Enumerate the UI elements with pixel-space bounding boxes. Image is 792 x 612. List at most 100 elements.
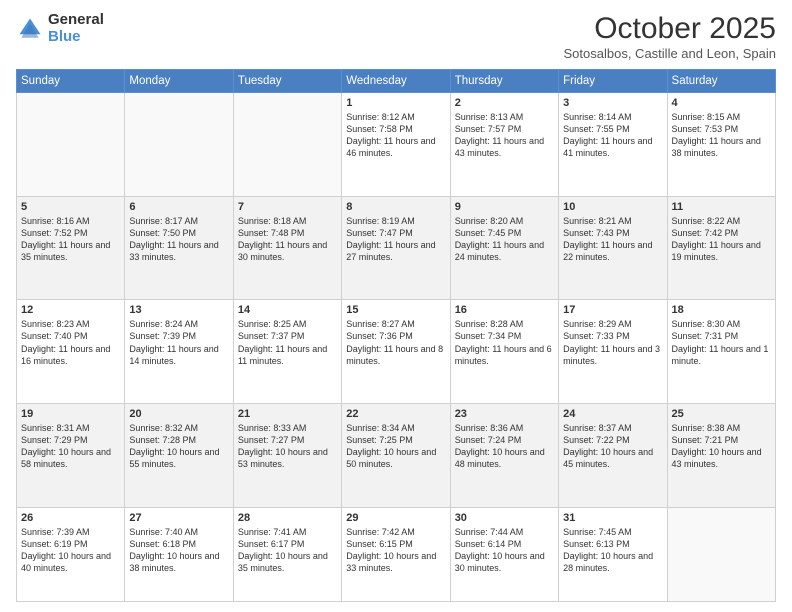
weekday-header-row: SundayMondayTuesdayWednesdayThursdayFrid… xyxy=(17,70,776,93)
location-subtitle: Sotosalbos, Castille and Leon, Spain xyxy=(564,46,776,61)
calendar-cell: 25 Sunrise: 8:38 AM Sunset: 7:21 PM Dayli… xyxy=(667,404,775,508)
day-number: 3 xyxy=(563,97,662,109)
calendar-week-row: 26Sunrise: 7:39 AM Sunset: 6:19 PM Dayli… xyxy=(17,507,776,601)
calendar-cell: 14Sunrise: 8:25 AM Sunset: 7:37 PM Dayli… xyxy=(233,300,341,404)
calendar-cell: 23 Sunrise: 8:36 AM Sunset: 7:24 PM Dayli… xyxy=(450,404,558,508)
calendar-cell: 24 Sunrise: 8:37 AM Sunset: 7:22 PM Dayli… xyxy=(559,404,667,508)
logo-icon xyxy=(16,15,44,43)
logo-general-text: General xyxy=(48,12,104,29)
day-info: Sunrise: 8:21 AM Sunset: 7:43 PM Dayligh… xyxy=(563,215,662,264)
day-info: Sunrise: 7:39 AM Sunset: 6:19 PM Dayligh… xyxy=(21,526,120,575)
calendar-cell: 6 Sunrise: 8:17 AM Sunset: 7:50 PM Daylig… xyxy=(125,196,233,300)
day-info: Sunrise: 8:29 AM Sunset: 7:33 PM Dayligh… xyxy=(563,318,662,367)
day-info: Sunrise: 8:30 AM Sunset: 7:31 PM Dayligh… xyxy=(672,318,771,367)
day-number: 29 xyxy=(346,512,445,524)
logo-blue-text: Blue xyxy=(48,29,104,46)
day-info: Sunrise: 8:20 AM Sunset: 7:45 PM Dayligh… xyxy=(455,215,554,264)
calendar-cell: 31Sunrise: 7:45 AM Sunset: 6:13 PM Dayli… xyxy=(559,507,667,601)
calendar-cell: 22 Sunrise: 8:34 AM Sunset: 7:25 PM Dayli… xyxy=(342,404,450,508)
day-number: 18 xyxy=(672,304,771,316)
day-info: Sunrise: 8:24 AM Sunset: 7:39 PM Dayligh… xyxy=(129,318,228,367)
day-info: Sunrise: 8:27 AM Sunset: 7:36 PM Dayligh… xyxy=(346,318,445,367)
calendar-cell: 21 Sunrise: 8:33 AM Sunset: 7:27 PM Dayli… xyxy=(233,404,341,508)
title-block: October 2025 Sotosalbos, Castille and Le… xyxy=(564,12,776,61)
day-number: 25 xyxy=(672,408,771,420)
calendar-cell: 12Sunrise: 8:23 AM Sunset: 7:40 PM Dayli… xyxy=(17,300,125,404)
day-info: Sunrise: 8:38 AM Sunset: 7:21 PM Dayligh… xyxy=(672,422,771,471)
calendar-cell xyxy=(125,93,233,197)
day-number: 19 xyxy=(21,408,120,420)
calendar-cell: 17 Sunrise: 8:29 AM Sunset: 7:33 PM Dayli… xyxy=(559,300,667,404)
calendar-cell: 1 Sunrise: 8:12 AM Sunset: 7:58 PM Daylig… xyxy=(342,93,450,197)
calendar-cell: 9 Sunrise: 8:20 AM Sunset: 7:45 PM Daylig… xyxy=(450,196,558,300)
calendar-week-row: 5Sunrise: 8:16 AM Sunset: 7:52 PM Daylig… xyxy=(17,196,776,300)
calendar-cell: 28 Sunrise: 7:41 AM Sunset: 6:17 PM Dayli… xyxy=(233,507,341,601)
calendar-week-row: 19 Sunrise: 8:31 AM Sunset: 7:29 PM Dayli… xyxy=(17,404,776,508)
day-info: Sunrise: 7:42 AM Sunset: 6:15 PM Dayligh… xyxy=(346,526,445,575)
calendar-table: SundayMondayTuesdayWednesdayThursdayFrid… xyxy=(16,69,776,602)
day-info: Sunrise: 8:19 AM Sunset: 7:47 PM Dayligh… xyxy=(346,215,445,264)
day-info: Sunrise: 8:15 AM Sunset: 7:53 PM Dayligh… xyxy=(672,111,771,160)
day-number: 7 xyxy=(238,201,337,213)
logo: General Blue xyxy=(16,12,104,45)
calendar-cell xyxy=(17,93,125,197)
weekday-header-thursday: Thursday xyxy=(450,70,558,93)
day-number: 23 xyxy=(455,408,554,420)
day-number: 28 xyxy=(238,512,337,524)
day-number: 16 xyxy=(455,304,554,316)
day-number: 15 xyxy=(346,304,445,316)
calendar-cell: 2 Sunrise: 8:13 AM Sunset: 7:57 PM Daylig… xyxy=(450,93,558,197)
calendar-cell: 18 Sunrise: 8:30 AM Sunset: 7:31 PM Dayli… xyxy=(667,300,775,404)
day-number: 1 xyxy=(346,97,445,109)
calendar-week-row: 12Sunrise: 8:23 AM Sunset: 7:40 PM Dayli… xyxy=(17,300,776,404)
day-number: 2 xyxy=(455,97,554,109)
day-number: 17 xyxy=(563,304,662,316)
day-number: 24 xyxy=(563,408,662,420)
day-info: Sunrise: 8:14 AM Sunset: 7:55 PM Dayligh… xyxy=(563,111,662,160)
weekday-header-friday: Friday xyxy=(559,70,667,93)
weekday-header-monday: Monday xyxy=(125,70,233,93)
day-number: 4 xyxy=(672,97,771,109)
calendar-cell: 4 Sunrise: 8:15 AM Sunset: 7:53 PM Daylig… xyxy=(667,93,775,197)
day-info: Sunrise: 8:18 AM Sunset: 7:48 PM Dayligh… xyxy=(238,215,337,264)
day-number: 9 xyxy=(455,201,554,213)
day-info: Sunrise: 8:17 AM Sunset: 7:50 PM Dayligh… xyxy=(129,215,228,264)
day-number: 13 xyxy=(129,304,228,316)
weekday-header-tuesday: Tuesday xyxy=(233,70,341,93)
logo-text: General Blue xyxy=(48,12,104,45)
day-number: 8 xyxy=(346,201,445,213)
calendar-cell: 7 Sunrise: 8:18 AM Sunset: 7:48 PM Daylig… xyxy=(233,196,341,300)
day-info: Sunrise: 8:33 AM Sunset: 7:27 PM Dayligh… xyxy=(238,422,337,471)
day-info: Sunrise: 8:36 AM Sunset: 7:24 PM Dayligh… xyxy=(455,422,554,471)
day-info: Sunrise: 8:37 AM Sunset: 7:22 PM Dayligh… xyxy=(563,422,662,471)
calendar-cell: 16 Sunrise: 8:28 AM Sunset: 7:34 PM Dayli… xyxy=(450,300,558,404)
day-info: Sunrise: 8:31 AM Sunset: 7:29 PM Dayligh… xyxy=(21,422,120,471)
day-number: 5 xyxy=(21,201,120,213)
calendar-cell: 5Sunrise: 8:16 AM Sunset: 7:52 PM Daylig… xyxy=(17,196,125,300)
header: General Blue October 2025 Sotosalbos, Ca… xyxy=(16,12,776,61)
day-info: Sunrise: 7:40 AM Sunset: 6:18 PM Dayligh… xyxy=(129,526,228,575)
day-number: 21 xyxy=(238,408,337,420)
day-number: 22 xyxy=(346,408,445,420)
calendar-cell: 26Sunrise: 7:39 AM Sunset: 6:19 PM Dayli… xyxy=(17,507,125,601)
day-info: Sunrise: 7:45 AM Sunset: 6:13 PM Dayligh… xyxy=(563,526,662,575)
day-info: Sunrise: 7:44 AM Sunset: 6:14 PM Dayligh… xyxy=(455,526,554,575)
weekday-header-wednesday: Wednesday xyxy=(342,70,450,93)
weekday-header-sunday: Sunday xyxy=(17,70,125,93)
calendar-cell xyxy=(233,93,341,197)
calendar-cell: 8 Sunrise: 8:19 AM Sunset: 7:47 PM Daylig… xyxy=(342,196,450,300)
day-info: Sunrise: 8:34 AM Sunset: 7:25 PM Dayligh… xyxy=(346,422,445,471)
calendar-cell: 11Sunrise: 8:22 AM Sunset: 7:42 PM Dayli… xyxy=(667,196,775,300)
day-number: 6 xyxy=(129,201,228,213)
day-info: Sunrise: 8:25 AM Sunset: 7:37 PM Dayligh… xyxy=(238,318,337,367)
calendar-week-row: 1 Sunrise: 8:12 AM Sunset: 7:58 PM Daylig… xyxy=(17,93,776,197)
day-info: Sunrise: 8:28 AM Sunset: 7:34 PM Dayligh… xyxy=(455,318,554,367)
day-info: Sunrise: 8:13 AM Sunset: 7:57 PM Dayligh… xyxy=(455,111,554,160)
page: General Blue October 2025 Sotosalbos, Ca… xyxy=(0,0,792,612)
calendar-cell: 19 Sunrise: 8:31 AM Sunset: 7:29 PM Dayli… xyxy=(17,404,125,508)
day-info: Sunrise: 7:41 AM Sunset: 6:17 PM Dayligh… xyxy=(238,526,337,575)
calendar-cell: 10Sunrise: 8:21 AM Sunset: 7:43 PM Dayli… xyxy=(559,196,667,300)
day-number: 20 xyxy=(129,408,228,420)
day-info: Sunrise: 8:12 AM Sunset: 7:58 PM Dayligh… xyxy=(346,111,445,160)
day-info: Sunrise: 8:23 AM Sunset: 7:40 PM Dayligh… xyxy=(21,318,120,367)
